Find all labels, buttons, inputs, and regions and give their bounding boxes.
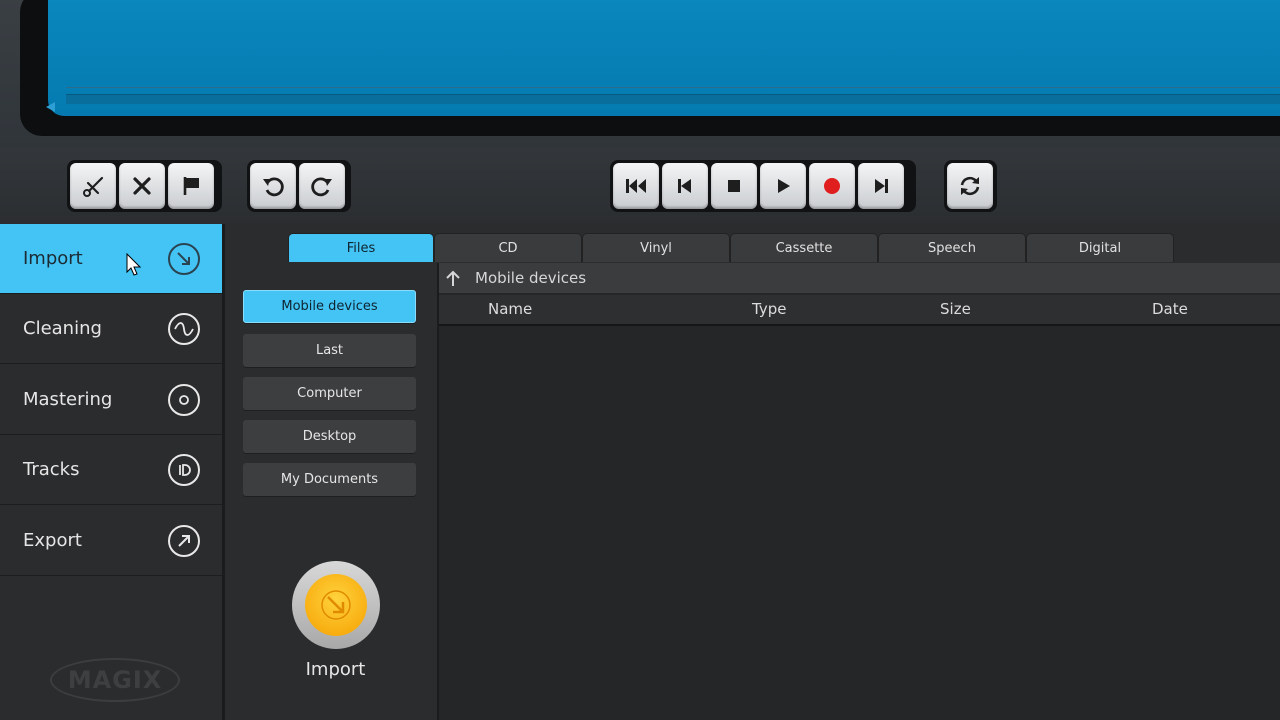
- sidebar-item-label: Export: [23, 530, 82, 551]
- loop-button[interactable]: [947, 163, 993, 209]
- disc-icon: [168, 383, 200, 416]
- column-header-size[interactable]: Size: [940, 300, 971, 318]
- toolbar: [0, 148, 1280, 223]
- edit-button-group: [67, 160, 222, 212]
- column-header-name[interactable]: Name: [488, 300, 532, 318]
- import-icon: [168, 242, 200, 275]
- import-button-label: Import: [305, 659, 366, 680]
- sidebar-item-export[interactable]: Export: [0, 506, 222, 576]
- history-button-group: [247, 160, 351, 212]
- undo-button[interactable]: [250, 163, 296, 209]
- undo-icon: [263, 177, 284, 197]
- play-button[interactable]: [760, 163, 806, 209]
- tab-digital[interactable]: Digital: [1026, 233, 1174, 262]
- marker-button[interactable]: [168, 163, 214, 209]
- sidebar-item-cleaning[interactable]: Cleaning: [0, 294, 222, 364]
- redo-button[interactable]: [299, 163, 345, 209]
- folder-up-icon[interactable]: [445, 269, 461, 287]
- x-icon: [133, 177, 151, 195]
- wave-icon: [168, 312, 200, 345]
- import-button[interactable]: [292, 561, 380, 649]
- file-list[interactable]: [439, 326, 1280, 720]
- next-button[interactable]: [858, 163, 904, 209]
- sidebar-item-mastering[interactable]: Mastering: [0, 365, 222, 435]
- tab-speech[interactable]: Speech: [878, 233, 1026, 262]
- skip-back-icon: [626, 179, 646, 193]
- waveform-display-frame: [20, 0, 1280, 136]
- scroll-left-arrow-icon[interactable]: [46, 102, 55, 112]
- loop-button-group: [944, 160, 997, 212]
- step-back-icon: [678, 179, 691, 193]
- import-arrow-icon: [321, 590, 351, 620]
- delete-button[interactable]: [119, 163, 165, 209]
- sidebar-item-label: Cleaning: [23, 318, 102, 339]
- file-browser: Mobile devices Name Type Size Date: [439, 263, 1280, 720]
- stop-button[interactable]: [711, 163, 757, 209]
- redo-icon: [311, 177, 332, 197]
- location-computer[interactable]: Computer: [243, 377, 416, 410]
- location-panel: Mobile devices Last Computer Desktop My …: [226, 263, 439, 720]
- record-icon: [824, 178, 840, 194]
- breadcrumb: Mobile devices: [439, 263, 1280, 293]
- id-icon: [168, 453, 200, 486]
- tab-cassette[interactable]: Cassette: [730, 233, 878, 262]
- magix-logo: MAGIX: [50, 658, 180, 702]
- record-button[interactable]: [809, 163, 855, 209]
- location-last[interactable]: Last: [243, 334, 416, 367]
- sidebar: Import Cleaning Mastering Tracks Export …: [0, 224, 222, 720]
- rewind-start-button[interactable]: [613, 163, 659, 209]
- column-header-date[interactable]: Date: [1152, 300, 1188, 318]
- top-frame: [0, 0, 1280, 148]
- sidebar-item-label: Mastering: [23, 389, 113, 410]
- export-icon: [168, 524, 200, 557]
- location-my-documents[interactable]: My Documents: [243, 463, 416, 496]
- location-desktop[interactable]: Desktop: [243, 420, 416, 453]
- sidebar-item-tracks[interactable]: Tracks: [0, 435, 222, 505]
- source-tabs: Files CD Vinyl Cassette Speech Digital: [288, 233, 1174, 263]
- column-header-type[interactable]: Type: [752, 300, 786, 318]
- sidebar-divider: [222, 224, 225, 720]
- step-forward-icon: [875, 179, 888, 193]
- current-path: Mobile devices: [475, 269, 587, 287]
- tab-cd[interactable]: CD: [434, 233, 582, 262]
- tab-vinyl[interactable]: Vinyl: [582, 233, 730, 262]
- sidebar-item-label: Import: [23, 248, 83, 269]
- location-mobile-devices[interactable]: Mobile devices: [243, 290, 416, 323]
- previous-button[interactable]: [662, 163, 708, 209]
- sidebar-item-import[interactable]: Import: [0, 224, 222, 294]
- file-list-header: Name Type Size Date: [439, 295, 1280, 326]
- loop-icon: [960, 176, 980, 196]
- display-divider: [66, 87, 1280, 88]
- tab-files[interactable]: Files: [288, 233, 434, 262]
- play-icon: [778, 179, 790, 193]
- sidebar-item-label: Tracks: [23, 459, 80, 480]
- mouse-cursor-icon: [126, 253, 142, 276]
- waveform-display[interactable]: [48, 0, 1280, 116]
- cut-button[interactable]: [70, 163, 116, 209]
- transport-button-group: [610, 160, 916, 212]
- horizontal-scrollbar[interactable]: [66, 94, 1280, 104]
- flag-icon: [183, 177, 199, 195]
- scissors-icon: [83, 176, 104, 197]
- stop-icon: [728, 180, 740, 192]
